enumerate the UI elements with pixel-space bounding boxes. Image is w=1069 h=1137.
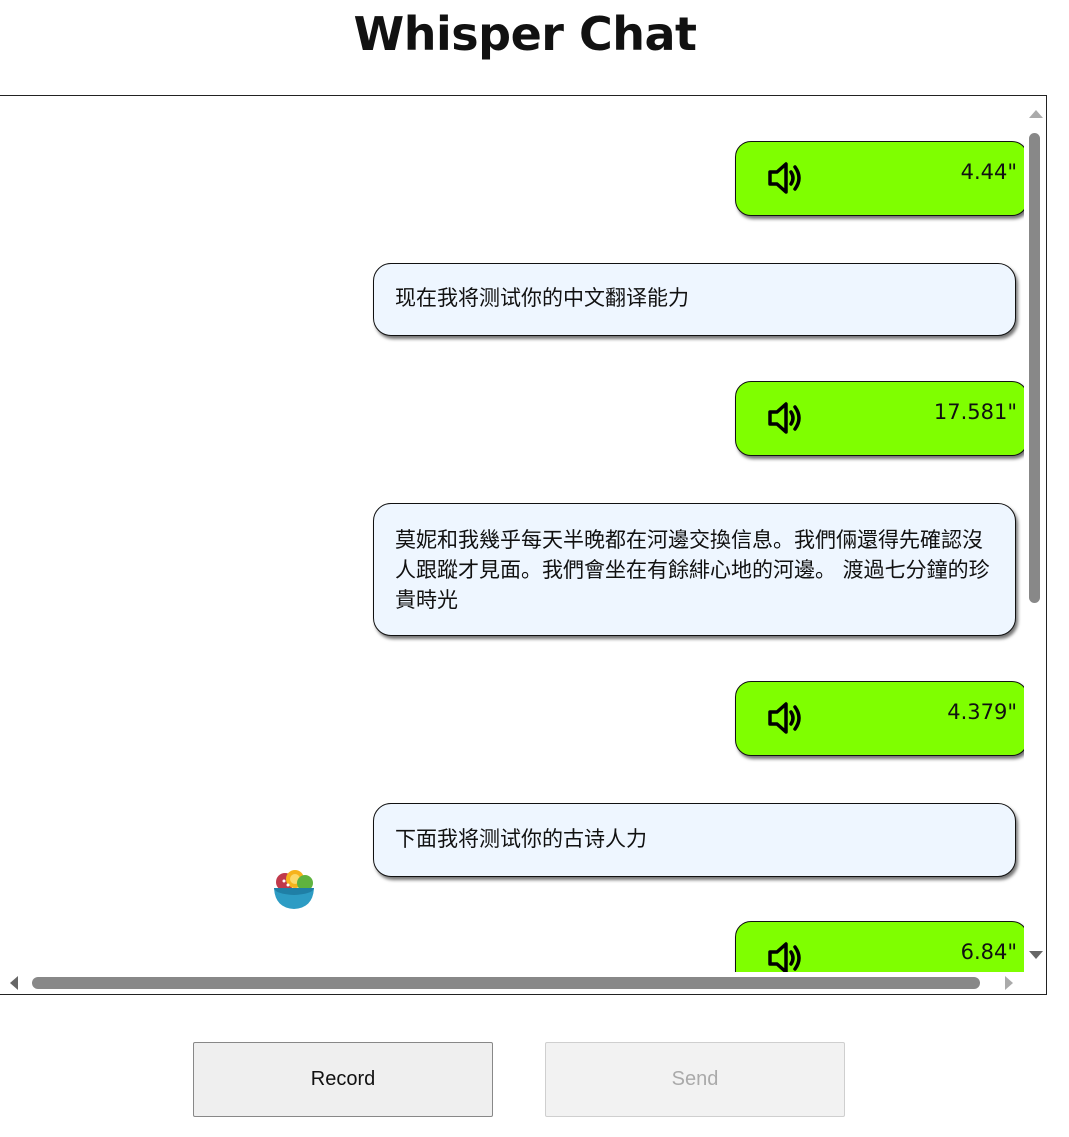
- salad-bowl-icon: [274, 870, 314, 909]
- scroll-down-arrow-icon[interactable]: [1029, 951, 1043, 959]
- send-button[interactable]: Send: [545, 1042, 845, 1117]
- audio-message[interactable]: 4.379": [735, 681, 1028, 756]
- scroll-left-arrow-icon[interactable]: [10, 976, 18, 990]
- text-message: 下面我将测试你的古诗人力: [373, 803, 1016, 877]
- message-text: 下面我将测试你的古诗人力: [395, 827, 647, 851]
- message-text: 现在我将测试你的中文翻译能力: [395, 286, 689, 310]
- scroll-up-arrow-icon[interactable]: [1029, 110, 1043, 118]
- vertical-scroll-thumb[interactable]: [1029, 133, 1040, 603]
- audio-message[interactable]: 17.581": [735, 381, 1028, 456]
- vertical-scrollbar[interactable]: [1024, 96, 1046, 974]
- audio-duration: 4.44": [960, 160, 1017, 184]
- speaker-icon[interactable]: [766, 698, 806, 738]
- horizontal-scrollbar[interactable]: [0, 972, 1046, 994]
- scroll-right-arrow-icon[interactable]: [1005, 976, 1013, 990]
- record-button[interactable]: Record: [193, 1042, 493, 1117]
- text-message: 莫妮和我幾乎每天半晚都在河邊交換信息。我們倆還得先確認沒人跟蹤才見面。我們會坐在…: [373, 503, 1016, 636]
- audio-duration: 17.581": [933, 400, 1017, 424]
- page-title: Whisper Chat: [353, 7, 698, 61]
- text-message: 现在我将测试你的中文翻译能力: [373, 263, 1016, 336]
- chat-window[interactable]: 4.44" 现在我将测试你的中文翻译能力 17.581" 莫妮和我幾乎每天半晚都…: [0, 95, 1047, 995]
- audio-duration: 4.379": [947, 700, 1017, 724]
- speaker-icon[interactable]: [766, 158, 806, 198]
- audio-duration: 6.84": [960, 940, 1017, 964]
- audio-message[interactable]: 4.44": [735, 141, 1028, 216]
- message-text: 莫妮和我幾乎每天半晚都在河邊交換信息。我們倆還得先確認沒人跟蹤才見面。我們會坐在…: [395, 528, 990, 612]
- horizontal-scroll-thumb[interactable]: [32, 977, 980, 989]
- speaker-icon[interactable]: [766, 398, 806, 438]
